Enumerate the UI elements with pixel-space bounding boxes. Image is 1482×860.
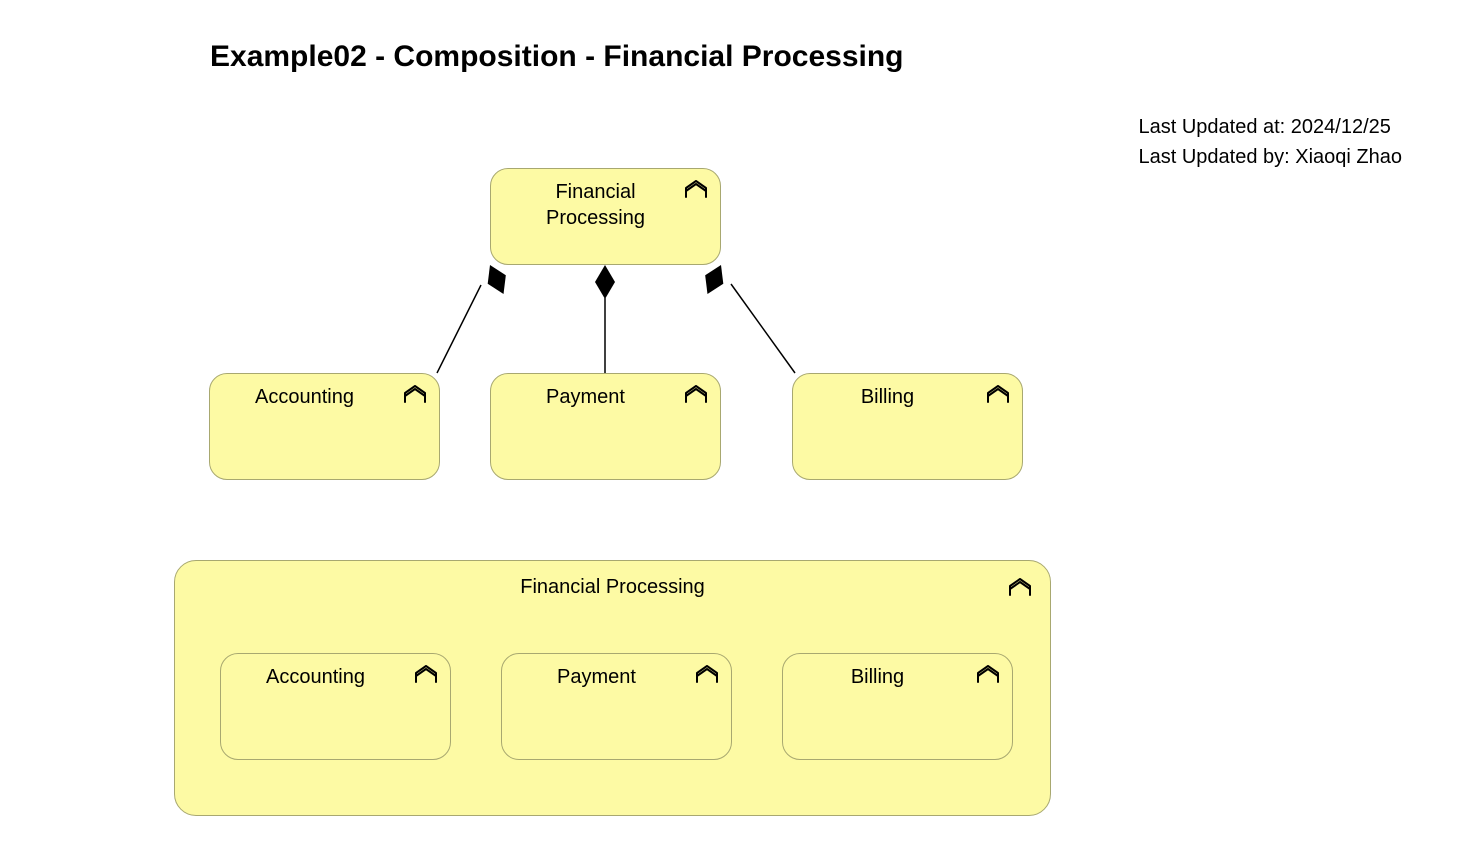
business-function-icon bbox=[684, 179, 708, 205]
function-box-payment: Payment bbox=[490, 373, 721, 480]
container-title: Financial Processing bbox=[520, 576, 705, 599]
container-financial-processing: Financial Processing Accounting Payment … bbox=[174, 560, 1051, 816]
business-function-icon bbox=[684, 384, 708, 410]
nested-function-accounting: Accounting bbox=[220, 653, 451, 760]
function-box-accounting: Accounting bbox=[209, 373, 440, 480]
function-box-financial-processing: Financial Processing bbox=[490, 168, 721, 265]
last-updated-by: Last Updated by: Xiaoqi Zhao bbox=[1138, 142, 1402, 172]
page-title: Example02 - Composition - Financial Proc… bbox=[210, 40, 904, 74]
business-function-icon bbox=[403, 384, 427, 410]
nested-function-billing: Billing bbox=[782, 653, 1013, 760]
function-box-billing: Billing bbox=[792, 373, 1023, 480]
business-function-icon bbox=[986, 384, 1010, 410]
business-function-icon bbox=[695, 664, 719, 690]
business-function-icon bbox=[414, 664, 438, 690]
nested-function-payment: Payment bbox=[501, 653, 732, 760]
business-function-icon bbox=[1008, 577, 1032, 602]
last-updated-at: Last Updated at: 2024/12/25 bbox=[1138, 112, 1402, 142]
meta-block: Last Updated at: 2024/12/25 Last Updated… bbox=[1138, 112, 1402, 172]
business-function-icon bbox=[976, 664, 1000, 690]
